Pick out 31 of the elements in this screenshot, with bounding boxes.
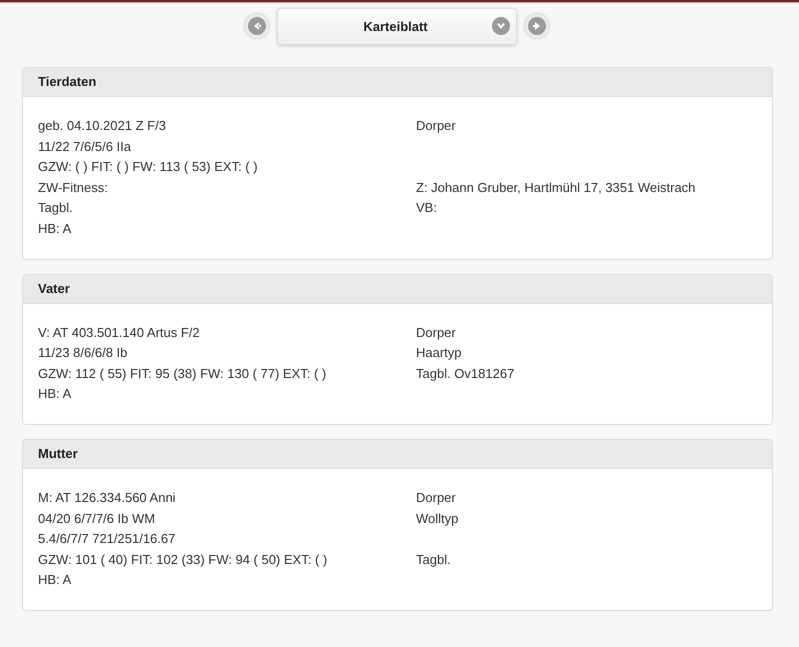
section-header: Mutter — [23, 440, 772, 469]
info-text: M: AT 126.334.560 Anni — [38, 488, 177, 507]
info-text: ZW-Fitness: — [38, 178, 109, 197]
info-text: Tagbl. — [38, 199, 74, 218]
info-text: 5.4/6/7/7 721/251/16.67 — [38, 530, 176, 548]
info-text: HB: A — [38, 385, 72, 404]
info-text: Dorper — [416, 324, 457, 342]
dropdown-icon — [492, 17, 510, 35]
info-text: Wolltyp — [416, 510, 460, 528]
info-text: V: AT 403.501.140 Artus F/2 — [38, 324, 201, 342]
next-button[interactable] — [524, 14, 548, 38]
section-header: Vater — [23, 274, 772, 304]
info-text: HB: A — [38, 220, 72, 238]
info-text: VB: — [416, 199, 438, 218]
previous-button[interactable] — [244, 14, 268, 38]
info-text: Tagbl. — [416, 550, 452, 569]
info-text: Haartyp — [416, 344, 463, 362]
section-header: Tierdaten — [23, 68, 772, 97]
info-text: 11/22 7/6/5/6 IIa — [38, 138, 132, 156]
info-text: GZW: ( ) FIT: ( ) FW: 113 ( 53) EXT: ( ) — [38, 158, 259, 176]
info-text: GZW: 112 ( 55) FIT: 95 (38) FW: 130 ( 77) EXT: ( ) — [38, 364, 328, 383]
info-text: 11/23 8/6/6/8 Ib — [38, 344, 128, 362]
info-text: Z: Johann Gruber, Hartlmühl 17, 3351 Weistrach — [416, 178, 696, 197]
page-select[interactable]: Karteiblatt — [276, 8, 516, 44]
info-text: 04/20 6/7/7/6 Ib WM — [38, 510, 156, 528]
info-text: Tagbl. Ov181267 — [416, 364, 516, 383]
info-text: GZW: 101 ( 40) FIT: 102 (33) FW: 94 ( 50) EXT: ( ) — [38, 550, 328, 569]
info-text: geb. 04.10.2021 Z F/3 — [38, 117, 167, 135]
info-text: Dorper — [416, 488, 457, 507]
info-text: HB: A — [38, 571, 72, 590]
info-text: Dorper — [416, 117, 457, 135]
